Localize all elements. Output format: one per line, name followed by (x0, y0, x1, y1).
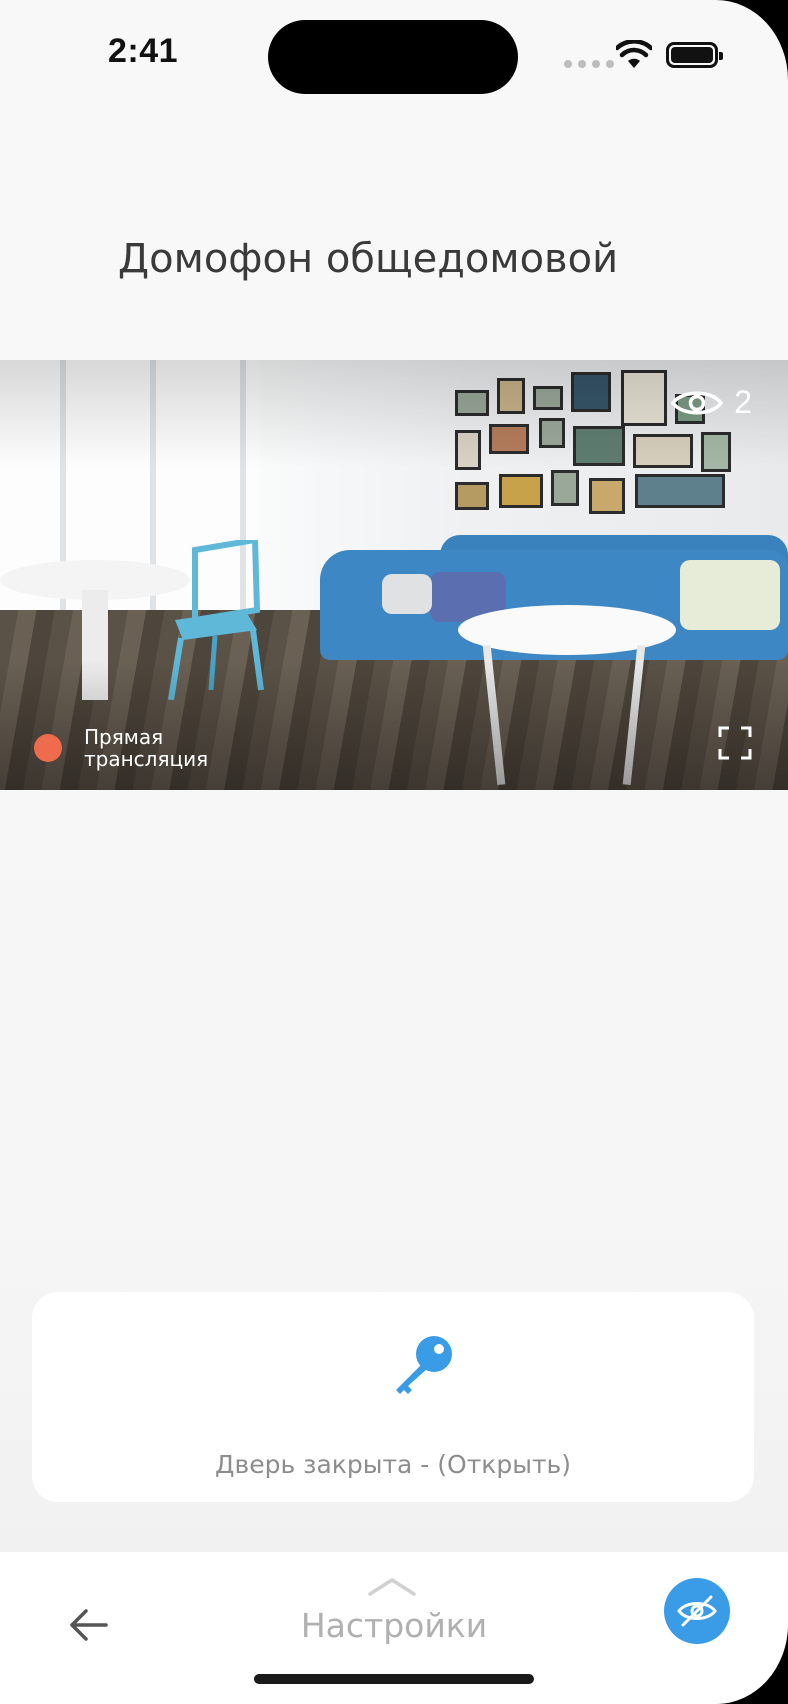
battery-icon (666, 42, 723, 68)
app-screen: 2:41 Домофон общедомовой 2 Прямая трансл… (0, 0, 788, 1704)
open-door-button[interactable]: Дверь закрыта - (Открыть) (32, 1450, 754, 1479)
bottom-bar: Настройки (0, 1552, 788, 1704)
door-control-card[interactable]: Дверь закрыта - (Открыть) (32, 1292, 754, 1502)
page-title: Домофон общедомовой (117, 236, 619, 282)
live-dot-icon (34, 734, 62, 762)
key-icon (396, 1336, 452, 1394)
eye-icon (671, 391, 724, 414)
dynamic-island (268, 20, 518, 94)
camera-feed[interactable]: 2 Прямая трансляция (0, 360, 788, 790)
status-time: 2:41 (108, 32, 179, 70)
live-indicator: Прямая трансляция (34, 726, 224, 770)
privacy-toggle-button[interactable] (664, 1578, 730, 1644)
chevron-up-icon[interactable] (368, 1576, 416, 1596)
cellular-signal-icon (564, 60, 614, 68)
device-frame: 2:41 Домофон общедомовой 2 Прямая трансл… (0, 0, 788, 1704)
home-indicator[interactable] (254, 1674, 534, 1684)
viewers-count: 2 (734, 384, 752, 420)
eye-off-icon (677, 1595, 717, 1627)
fullscreen-icon[interactable] (718, 726, 752, 760)
live-label: Прямая трансляция (84, 725, 209, 771)
wifi-icon (616, 40, 652, 68)
viewers-indicator: 2 (670, 384, 752, 421)
